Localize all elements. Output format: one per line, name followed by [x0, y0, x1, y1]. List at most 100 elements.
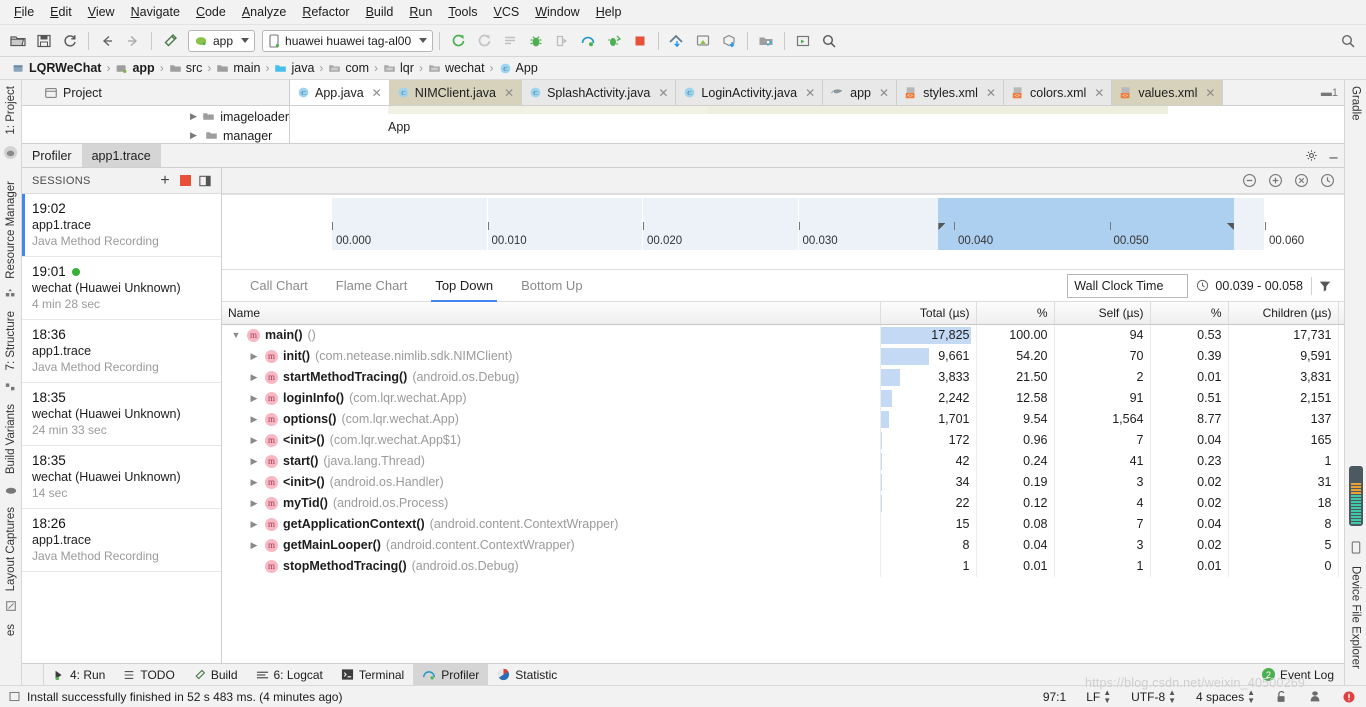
menu-item-navigate[interactable]: Navigate [123, 2, 188, 22]
sidebar-item-layout-captures[interactable]: Layout Captures [2, 501, 20, 597]
close-icon[interactable]: ✕ [1205, 86, 1215, 100]
table-row[interactable]: ▶ m <init>() (com.lqr.wechat.App$1) 172 0.96 7… [222, 429, 1366, 451]
session-item[interactable]: 19:02 app1.trace Java Method Recording [22, 194, 221, 257]
sidebar-item-build-variants[interactable]: Build Variants [2, 398, 20, 480]
collapse-panel-icon[interactable] [195, 172, 215, 190]
attach-to-live-icon[interactable] [1318, 172, 1336, 190]
close-icon[interactable]: ✕ [658, 86, 668, 100]
zoom-in-icon[interactable] [1266, 172, 1284, 190]
breadcrumb-item-main[interactable]: main [212, 61, 264, 75]
timeline-track[interactable]: 00.000 00.010 00.020 00.030 00.040 00.050 00.0… [222, 198, 1344, 250]
editor-tab-colors-xml[interactable]: <> colors.xml ✕ [1004, 80, 1113, 105]
apply-code-changes-icon[interactable] [498, 29, 522, 53]
chevron-right-icon[interactable]: ▶ [248, 393, 260, 404]
editor-tab-styles-xml[interactable]: <> styles.xml ✕ [897, 80, 1004, 105]
gear-icon[interactable] [1300, 144, 1322, 167]
bottom-tab-4-run[interactable]: 4: Run [44, 664, 114, 685]
session-item[interactable]: 19:01 wechat (Huawei Unknown) 4 min 28 sec [22, 257, 221, 320]
menu-item-file[interactable]: File [6, 2, 42, 22]
avd-manager-icon[interactable] [691, 29, 715, 53]
sidebar-item-7-structure[interactable]: 7: Structure [2, 305, 20, 376]
editor-tab-loginactivity-java[interactable]: C LoginActivity.java ✕ [676, 80, 824, 105]
column-header-4[interactable]: % [1150, 302, 1229, 325]
project-structure-icon[interactable] [754, 29, 778, 53]
open-folder-icon[interactable] [6, 29, 30, 53]
table-row[interactable]: ▶ m options() (com.lqr.wechat.App) 1,701 9.54… [222, 408, 1366, 430]
bottom-tab-statistic[interactable]: Statistic [488, 664, 566, 685]
column-header-0[interactable]: Name [222, 302, 881, 325]
session-item[interactable]: 18:35 wechat (Huawei Unknown) 24 min 33 se… [22, 383, 221, 446]
tab-bottom-up[interactable]: Bottom Up [507, 270, 596, 302]
stop-recording-icon[interactable] [175, 172, 195, 190]
chevron-right-icon[interactable]: ▶ [248, 435, 260, 446]
chevron-right-icon[interactable]: ▶ [248, 519, 260, 530]
chevron-right-icon[interactable]: ▶ [190, 111, 197, 122]
file-encoding[interactable]: UTF-8 ▲ ▼ [1124, 688, 1183, 705]
column-header-5[interactable]: Children (µs) [1228, 302, 1339, 325]
help-search-icon[interactable] [1336, 29, 1360, 53]
editor-tab-app-java[interactable]: C App.java ✕ [290, 80, 390, 105]
bottom-tab-profiler[interactable]: Profiler [413, 664, 489, 685]
sidebar-item-project[interactable]: 1: Project [2, 80, 20, 141]
chevron-right-icon[interactable]: ▶ [248, 498, 260, 509]
indent-setting[interactable]: 4 spaces ▲ ▼ [1189, 688, 1262, 705]
sdk-manager-icon[interactable] [665, 29, 689, 53]
debug-icon[interactable] [524, 29, 548, 53]
table-row[interactable]: ▼mmain()()17,825100.00940.5317,73199.47 [222, 324, 1366, 346]
device-selector[interactable]: huawei huawei tag-al00 [262, 29, 434, 52]
chevron-right-icon[interactable]: ▶ [248, 414, 260, 425]
timeline-ruler[interactable]: 00.000 00.010 00.020 00.030 00.040 00.050 00.0… [222, 194, 1344, 270]
close-icon[interactable]: ✕ [372, 86, 382, 100]
bottom-tab-terminal[interactable]: Terminal [332, 664, 413, 685]
table-row[interactable]: ▶ m <init>() (android.os.Handler) 34 0.19 3 0.0… [222, 471, 1366, 493]
editor-tab-nimclient-java[interactable]: C NIMClient.java ✕ [389, 80, 523, 105]
layout-inspector-icon[interactable] [791, 29, 815, 53]
clock-type-selector[interactable]: Wall Clock Time [1067, 273, 1189, 298]
close-icon[interactable]: ✕ [805, 86, 815, 100]
chevron-right-icon[interactable]: ▶ [248, 477, 260, 488]
tab-list-icon[interactable]: ▬1 [1321, 87, 1338, 99]
close-icon[interactable]: ✕ [1094, 86, 1104, 100]
editor-tab-values-xml[interactable]: <> values.xml ✕ [1112, 80, 1224, 105]
menu-item-analyze[interactable]: Analyze [234, 2, 294, 22]
table-row[interactable]: ▶ m startMethodTracing() (android.os.Debug)… [222, 366, 1366, 388]
chevron-right-icon[interactable]: ▶ [248, 351, 260, 362]
editor-tab-splashactivity-java[interactable]: C SplashActivity.java ✕ [522, 80, 677, 105]
bottom-tab-todo[interactable]: TODO [114, 664, 183, 685]
breadcrumb-item-app[interactable]: app [111, 61, 158, 75]
chevron-right-icon[interactable]: ▶ [190, 130, 200, 141]
menu-item-view[interactable]: View [80, 2, 123, 22]
sync-icon[interactable] [58, 29, 82, 53]
breadcrumb-item-wechat[interactable]: wechat [424, 61, 489, 75]
sidebar-item-device-file-explorer[interactable]: Device File Explorer [1347, 560, 1365, 675]
menu-item-build[interactable]: Build [358, 2, 402, 22]
table-row[interactable]: ▶ m myTid() (android.os.Process) 22 0.12 4 0.02… [222, 492, 1366, 514]
error-icon[interactable] [1335, 690, 1366, 704]
tree-item-imageloader[interactable]: ▶ imageloader [22, 107, 289, 126]
save-icon[interactable] [32, 29, 56, 53]
tree-item-manager[interactable]: ▶ manager [22, 126, 289, 145]
menu-item-vcs[interactable]: VCS [486, 2, 528, 22]
add-session-button[interactable]: + [155, 172, 175, 190]
menu-item-code[interactable]: Code [188, 2, 234, 22]
editor-tab-app[interactable]: app ✕ [823, 80, 898, 105]
menu-item-run[interactable]: Run [401, 2, 440, 22]
back-arrow-icon[interactable] [95, 29, 119, 53]
table-row[interactable]: ▶ m getApplicationContext() (android.conten… [222, 513, 1366, 535]
table-row[interactable]: ▶ m init() (com.netease.nimlib.sdk.NIMClien… [222, 345, 1366, 367]
table-row[interactable]: m stopMethodTracing() (android.os.Debug) 1 0… [222, 555, 1366, 577]
profiler-tab-trace[interactable]: app1.trace [81, 144, 161, 167]
profiler-tab-profiler[interactable]: Profiler [22, 144, 82, 167]
sync-gradle-icon[interactable] [717, 29, 741, 53]
apply-changes-icon[interactable] [472, 29, 496, 53]
run-with-coverage-icon[interactable] [602, 29, 626, 53]
breadcrumb-item-java[interactable]: java [270, 61, 318, 75]
sidebar-item-gradle[interactable]: Gradle [1347, 80, 1365, 127]
tab-top-down[interactable]: Top Down [421, 270, 507, 302]
menu-item-refactor[interactable]: Refactor [294, 2, 357, 22]
sidebar-item-es[interactable]: es [2, 618, 20, 642]
menu-item-window[interactable]: Window [527, 2, 587, 22]
breadcrumb-item-app[interactable]: C App [495, 61, 542, 75]
reset-zoom-icon[interactable] [1292, 172, 1310, 190]
chevron-right-icon[interactable]: ▶ [248, 456, 260, 467]
